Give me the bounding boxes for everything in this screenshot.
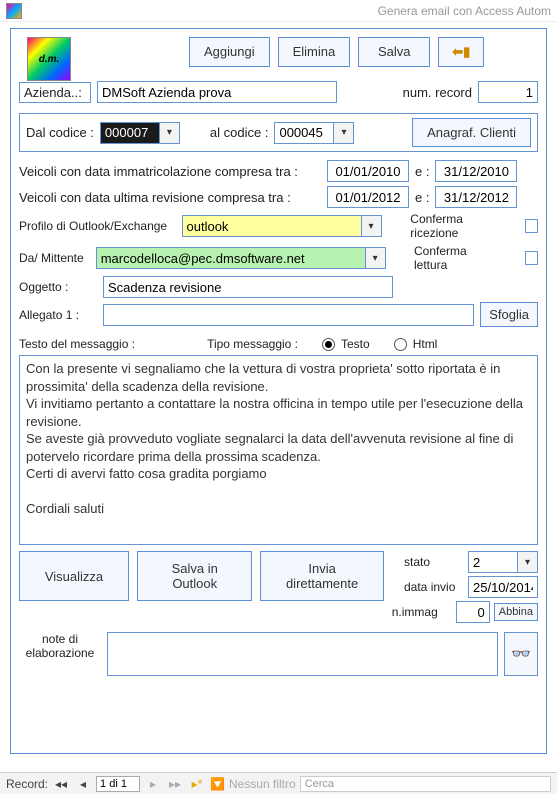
sfoglia-button[interactable]: Sfoglia <box>480 302 538 327</box>
note-label: note di elaborazione <box>19 632 101 660</box>
dal-codice-input[interactable] <box>100 122 160 144</box>
radio-html[interactable] <box>394 338 407 351</box>
stato-input[interactable] <box>468 551 518 573</box>
immatr-label: Veicoli con data immatricolazione compre… <box>19 164 321 179</box>
exit-icon: ⬅▮ <box>452 44 470 59</box>
stato-label: stato <box>404 555 464 569</box>
note-textarea[interactable] <box>107 632 498 676</box>
tipo-msg-label: Tipo messaggio : <box>207 337 298 351</box>
conf-lett-label: Conferma lettura <box>414 244 495 272</box>
rev-da-input[interactable] <box>327 186 409 208</box>
filter-label: Nessun filtro <box>229 777 296 791</box>
profilo-label: Profilo di Outlook/Exchange <box>19 219 176 233</box>
data-invio-input[interactable] <box>468 576 538 598</box>
salva-button[interactable]: Salva <box>358 37 430 67</box>
num-record-label: num. record <box>403 85 472 100</box>
n-immag-label: n.immag <box>392 605 452 619</box>
dal-codice-label: Dal codice : <box>26 125 94 140</box>
profilo-dropdown[interactable]: ▾ <box>362 215 382 237</box>
profilo-input[interactable] <box>182 215 362 237</box>
invia-button[interactable]: Invia direttamente <box>260 551 383 601</box>
mittente-input[interactable] <box>96 247 366 269</box>
azienda-label: Azienda..: <box>19 82 91 103</box>
conf-ric-label: Conferma ricezione <box>410 212 507 240</box>
rev-a-input[interactable] <box>435 186 517 208</box>
immatr-a-input[interactable] <box>435 160 517 182</box>
messaggio-textarea[interactable]: Con la presente vi segnaliamo che la vet… <box>19 355 538 545</box>
allegato-input[interactable] <box>103 304 474 326</box>
nav-new-button[interactable]: ▸* <box>188 777 206 791</box>
filter-icon: 🔽 <box>210 777 225 791</box>
visualizza-button[interactable]: Visualizza <box>19 551 129 601</box>
elimina-button[interactable]: Elimina <box>278 37 351 67</box>
num-record-input[interactable] <box>478 81 538 103</box>
abbina-button[interactable]: Abbina <box>494 603 538 621</box>
window-title: Genera email con Access Autom <box>378 4 551 18</box>
n-immag-input[interactable] <box>456 601 490 623</box>
logo: d.m. <box>27 37 71 81</box>
immatr-da-input[interactable] <box>327 160 409 182</box>
app-icon <box>6 3 22 19</box>
glasses-icon: 👓 <box>511 644 531 664</box>
dal-codice-dropdown[interactable]: ▾ <box>160 122 180 144</box>
stato-dropdown[interactable]: ▾ <box>518 551 538 573</box>
allegato-label: Allegato 1 : <box>19 308 97 322</box>
salva-outlook-button[interactable]: Salva in Outlook <box>137 551 252 601</box>
view-note-button[interactable]: 👓 <box>504 632 538 676</box>
record-pos-input[interactable] <box>96 776 140 792</box>
radio-testo[interactable] <box>322 338 335 351</box>
e1-label: e : <box>415 164 429 179</box>
rev-label: Veicoli con data ultima revisione compre… <box>19 190 321 205</box>
al-codice-input[interactable] <box>274 122 334 144</box>
nav-next-button[interactable]: ▸ <box>144 777 162 791</box>
e2-label: e : <box>415 190 429 205</box>
al-codice-label: al codice : <box>210 125 269 140</box>
data-invio-label: data invio <box>404 580 464 594</box>
oggetto-input[interactable] <box>103 276 393 298</box>
conf-lett-checkbox[interactable] <box>525 251 538 265</box>
azienda-input[interactable] <box>97 81 337 103</box>
nav-first-button[interactable]: ◂◂ <box>52 777 70 791</box>
exit-button[interactable]: ⬅▮ <box>438 37 484 67</box>
opt-testo-label: Testo <box>341 337 370 351</box>
nav-last-button[interactable]: ▸▸ <box>166 777 184 791</box>
anagraf-clienti-button[interactable]: Anagraf. Clienti <box>412 118 531 147</box>
aggiungi-button[interactable]: Aggiungi <box>189 37 270 67</box>
conf-ric-checkbox[interactable] <box>525 219 538 233</box>
mittente-label: Da/ Mittente <box>19 251 90 265</box>
al-codice-dropdown[interactable]: ▾ <box>334 122 354 144</box>
mittente-dropdown[interactable]: ▾ <box>366 247 386 269</box>
record-label: Record: <box>6 777 48 791</box>
nav-prev-button[interactable]: ◂ <box>74 777 92 791</box>
testo-msg-label: Testo del messaggio : <box>19 337 135 351</box>
search-input[interactable] <box>300 776 551 792</box>
opt-html-label: Html <box>413 337 438 351</box>
oggetto-label: Oggetto : <box>19 280 97 294</box>
